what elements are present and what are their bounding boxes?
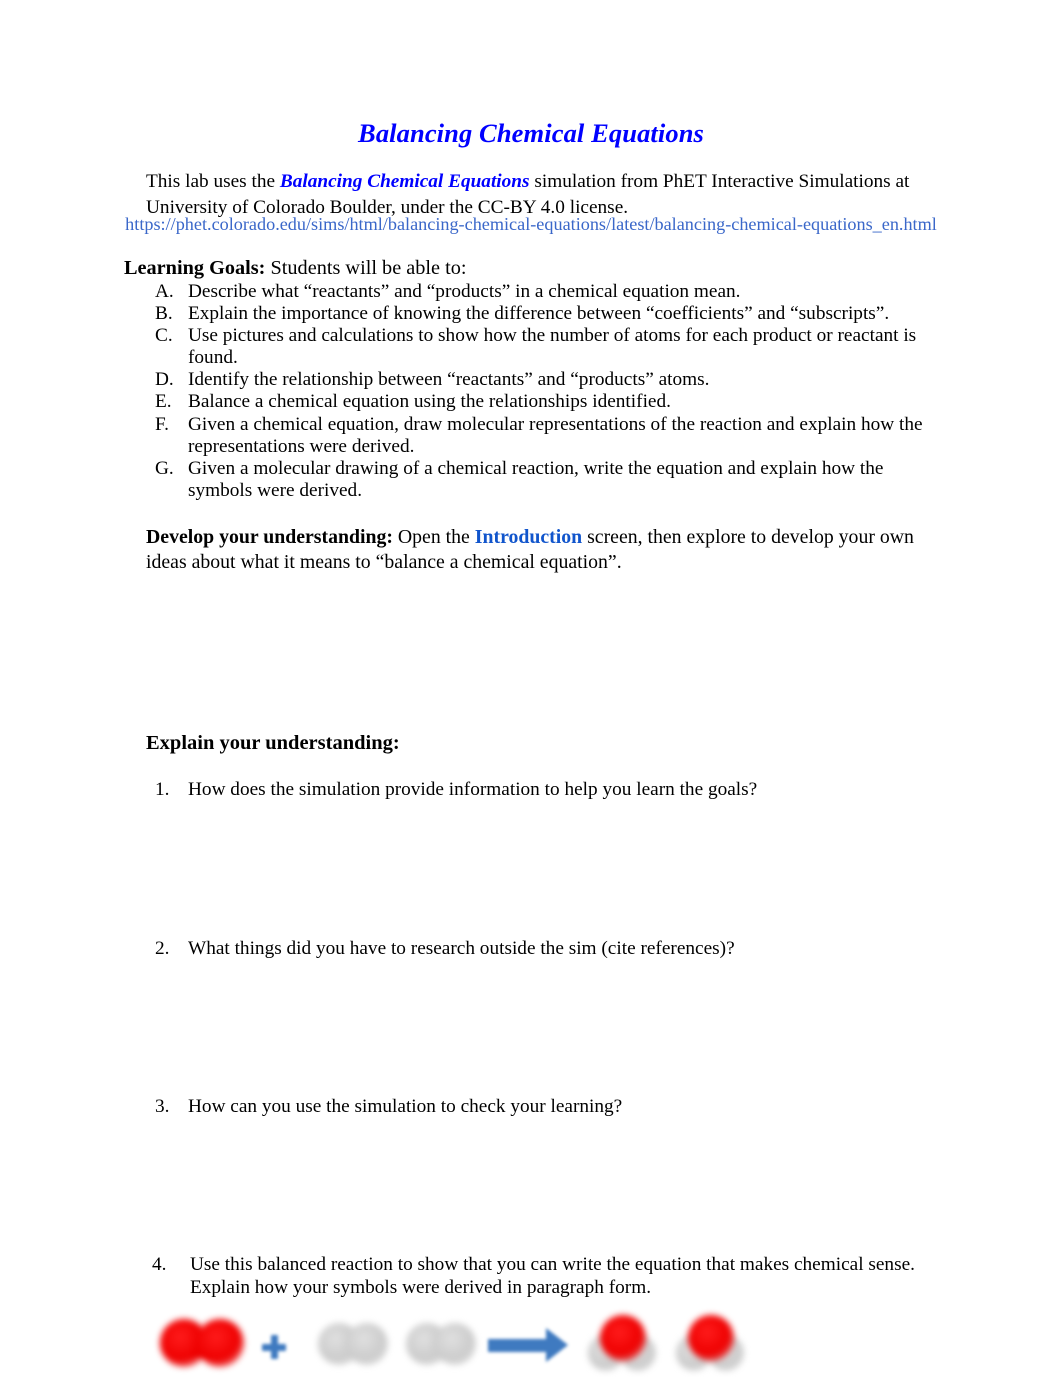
develop-understanding-label: Develop your understanding: <box>146 526 393 548</box>
phet-sim-url[interactable]: https://phet.colorado.edu/sims/html/bala… <box>0 212 1062 237</box>
learning-goals-heading: Learning Goals: Students will be able to… <box>124 255 467 281</box>
document-page: Balancing Chemical Equations This lab us… <box>0 0 1062 1377</box>
question-text: How does the simulation provide informat… <box>188 779 758 800</box>
plus-icon <box>262 1335 286 1359</box>
question-2: 2. What things did you have to research … <box>124 938 936 961</box>
list-marker: D. <box>155 369 174 391</box>
list-item: B. Explain the importance of knowing the… <box>124 303 936 325</box>
develop-understanding-paragraph: Develop your understanding: Open the Int… <box>146 525 924 574</box>
introduction-screen-link[interactable]: Introduction <box>475 526 582 548</box>
list-marker: F. <box>155 413 169 435</box>
list-marker: E. <box>155 391 172 413</box>
list-text: Balance a chemical equation using the re… <box>188 391 671 413</box>
develop-text-before: Open the <box>392 526 475 548</box>
question-marker: 4. <box>152 1254 167 1275</box>
question-row: 3. How can you use the simulation to che… <box>124 1096 936 1119</box>
list-text: Given a chemical equation, draw molecula… <box>188 413 923 457</box>
list-marker: B. <box>155 303 173 325</box>
question-4: 4. Use this balanced reaction to show th… <box>124 1254 936 1299</box>
list-marker: C. <box>155 325 173 347</box>
reaction-arrow-icon <box>488 1328 572 1362</box>
list-text: Identify the relationship between “react… <box>188 369 710 391</box>
question-marker: 2. <box>155 938 170 959</box>
list-item: E. Balance a chemical equation using the… <box>124 391 936 413</box>
list-item: F. Given a chemical equation, draw molec… <box>124 414 936 458</box>
question-text: What things did you have to research out… <box>188 938 735 959</box>
learning-goals-label: Learning Goals: <box>124 257 266 279</box>
list-text: Given a molecular drawing of a chemical … <box>188 457 884 501</box>
question-3: 3. How can you use the simulation to che… <box>124 1096 936 1119</box>
page-title: Balancing Chemical Equations <box>358 118 704 148</box>
list-marker: G. <box>155 457 174 479</box>
question-text: Use this balanced reaction to show that … <box>190 1254 915 1298</box>
list-marker: A. <box>155 281 174 302</box>
list-item: A. Describe what “reactants” and “produc… <box>124 281 936 303</box>
learning-goals-subtext: Students will be able to: <box>265 257 467 279</box>
explain-understanding-heading: Explain your understanding: <box>146 732 400 754</box>
list-text: Explain the importance of knowing the di… <box>188 303 890 325</box>
list-text: Describe what “reactants” and “products”… <box>188 281 741 302</box>
learning-goals-list: A. Describe what “reactants” and “produc… <box>124 281 936 502</box>
question-row: 1. How does the simulation provide infor… <box>124 779 936 802</box>
intro-sim-name: Balancing Chemical Equations <box>279 171 530 192</box>
reaction-figure <box>152 1303 752 1377</box>
question-row: 4. Use this balanced reaction to show th… <box>124 1254 936 1299</box>
question-marker: 1. <box>155 779 170 800</box>
list-item: C. Use pictures and calculations to show… <box>124 325 936 369</box>
question-text: How can you use the simulation to check … <box>188 1096 623 1117</box>
list-item: G. Given a molecular drawing of a chemic… <box>124 458 936 502</box>
intro-text-before: This lab uses the <box>146 171 280 192</box>
list-item: D. Identify the relationship between “re… <box>124 369 936 391</box>
list-text: Use pictures and calculations to show ho… <box>188 325 917 369</box>
question-1: 1. How does the simulation provide infor… <box>124 779 936 802</box>
question-marker: 3. <box>155 1096 170 1117</box>
question-row: 2. What things did you have to research … <box>124 938 936 961</box>
